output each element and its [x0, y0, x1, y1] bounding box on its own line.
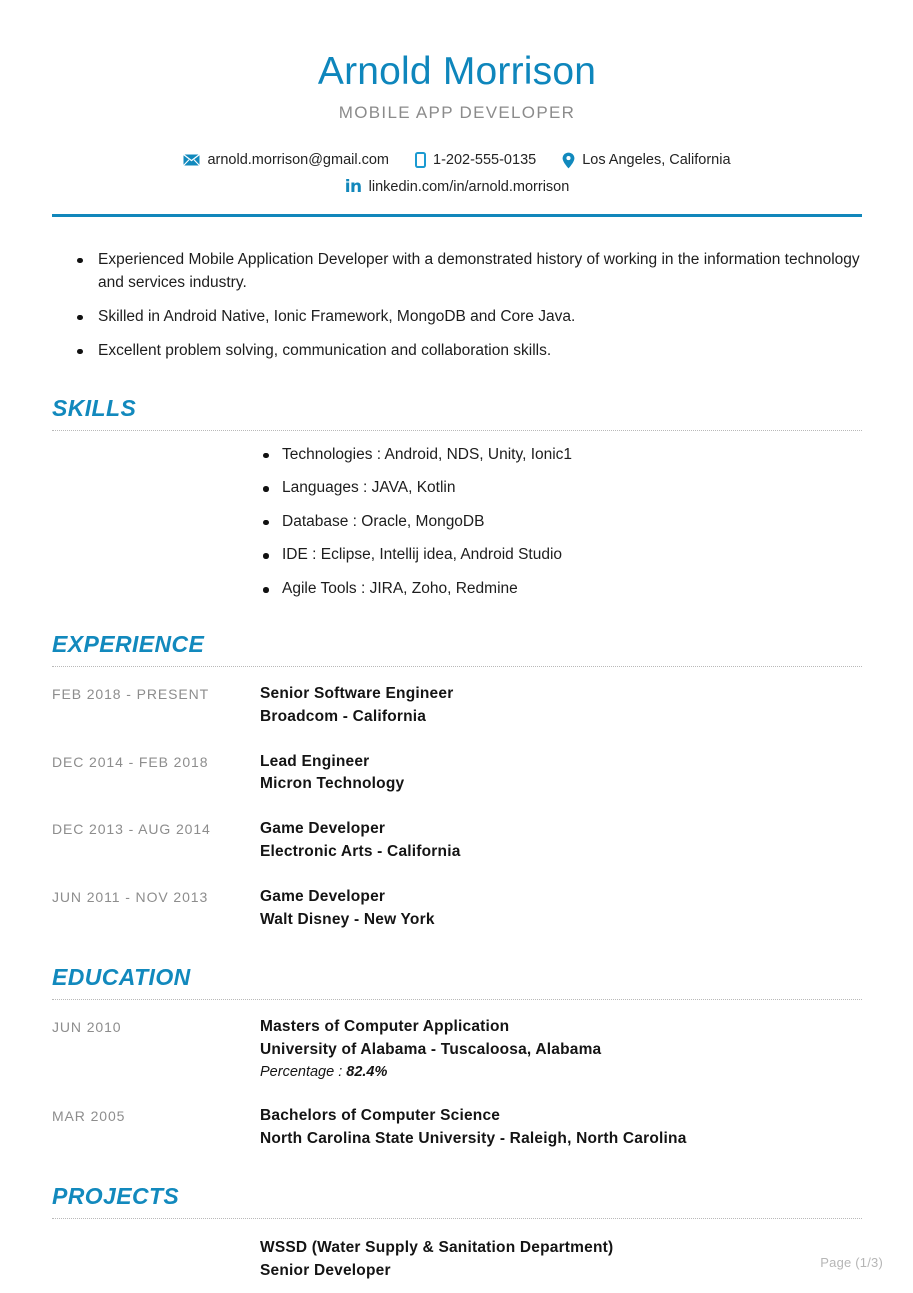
summary-bullet: Skilled in Android Native, Ionic Framewo…	[72, 306, 862, 329]
entry-company: Broadcom - California	[260, 707, 427, 725]
projects-section-title: PROJECTS	[52, 1183, 180, 1210]
entry-body: Masters of Computer Application Universi…	[260, 1016, 862, 1083]
skills-section-title: SKILLS	[52, 394, 137, 421]
experience-entries: FEB 2018 - PRESENT Senior Software Engin…	[52, 683, 862, 933]
contact-location-text: Los Angeles, California	[582, 152, 731, 169]
experience-entry: DEC 2013 - AUG 2014 Game Developer Elect…	[52, 818, 862, 864]
linkedin-icon: in	[344, 176, 362, 197]
section-divider	[52, 1218, 862, 1220]
entry-percentage: Percentage : 82.4%	[260, 1062, 862, 1083]
entry-role: Senior Software Engineer	[260, 684, 454, 702]
contact-email-text: arnold.morrison@gmail.com	[207, 152, 389, 169]
experience-entry: JUN 2011 - NOV 2013 Game Developer Walt …	[52, 886, 862, 932]
list-item: IDE : Eclipse, Intellij idea, Android St…	[260, 546, 862, 565]
entry-date: MAR 2005	[52, 1108, 126, 1125]
entry-date: JUN 2010	[52, 1019, 122, 1036]
education-entries: JUN 2010 Masters of Computer Application…	[52, 1016, 862, 1151]
resume-content: Arnold Morrison MOBILE APP DEVELOPER arn…	[52, 0, 862, 1283]
contact-row-secondary: in linkedin.com/in/arnold.morrison	[52, 176, 862, 197]
entry-body: WSSD (Water Supply & Sanitation Departme…	[260, 1237, 862, 1283]
entry-institution: University of Alabama - Tuscaloosa, Alab…	[260, 1041, 602, 1059]
summary-section: Experienced Mobile Application Developer…	[52, 249, 862, 363]
summary-bullet: Excellent problem solving, communication…	[72, 340, 862, 363]
experience-entry: DEC 2014 - FEB 2018 Lead Engineer Micron…	[52, 751, 862, 797]
education-entry: MAR 2005 Bachelors of Computer Science N…	[52, 1105, 862, 1151]
skills-section: SKILLS Technologies : Android, NDS, Unit…	[52, 394, 862, 599]
entry-date	[52, 1237, 260, 1239]
entry-percentage-value: 82.4%	[346, 1064, 388, 1081]
entry-company: Electronic Arts - California	[260, 843, 461, 861]
section-divider	[52, 665, 862, 667]
contact-email[interactable]: arnold.morrison@gmail.com	[183, 153, 389, 168]
entry-body: Game Developer Walt Disney - New York	[260, 886, 862, 932]
list-item: Agile Tools : JIRA, Zoho, Redmine	[260, 580, 862, 599]
header-divider	[52, 213, 862, 217]
project-name: WSSD (Water Supply & Sanitation Departme…	[260, 1239, 614, 1257]
contact-row-primary: arnold.morrison@gmail.com 1-202-555-0135	[52, 152, 862, 169]
education-entry: JUN 2010 Masters of Computer Application…	[52, 1016, 862, 1083]
entry-date: JUN 2011 - NOV 2013	[52, 889, 209, 906]
entry-percentage-label: Percentage :	[260, 1064, 347, 1081]
projects-section: PROJECTS WSSD (Water Supply & Sanitation…	[52, 1185, 862, 1283]
entry-body: Game Developer Electronic Arts - Califor…	[260, 818, 862, 864]
list-item: Technologies : Android, NDS, Unity, Ioni…	[260, 446, 862, 465]
envelope-icon	[183, 154, 201, 167]
education-section: EDUCATION JUN 2010 Masters of Computer A…	[52, 966, 862, 1151]
entry-degree: Masters of Computer Application	[260, 1018, 510, 1036]
summary-bullet: Experienced Mobile Application Developer…	[72, 249, 862, 295]
list-item: Languages : JAVA, Kotlin	[260, 479, 862, 498]
list-item: Database : Oracle, MongoDB	[260, 513, 862, 532]
entry-date: FEB 2018 - PRESENT	[52, 685, 210, 702]
entry-date: DEC 2013 - AUG 2014	[52, 821, 211, 838]
location-pin-icon	[562, 152, 575, 169]
experience-entry: FEB 2018 - PRESENT Senior Software Engin…	[52, 683, 862, 729]
entry-degree: Bachelors of Computer Science	[260, 1107, 501, 1125]
entry-role: Game Developer	[260, 820, 386, 838]
entry-body: Lead Engineer Micron Technology	[260, 751, 862, 797]
entry-body: Senior Software Engineer Broadcom - Cali…	[260, 683, 862, 729]
entry-body: Bachelors of Computer Science North Caro…	[260, 1105, 862, 1151]
entry-role: Lead Engineer	[260, 752, 370, 770]
projects-entries: WSSD (Water Supply & Sanitation Departme…	[52, 1237, 862, 1283]
entry-institution: North Carolina State University - Raleig…	[260, 1130, 687, 1148]
experience-section-title: EXPERIENCE	[52, 630, 205, 657]
candidate-job-title: MOBILE APP DEVELOPER	[338, 102, 576, 122]
entry-company: Micron Technology	[260, 775, 405, 793]
education-section-title: EDUCATION	[52, 964, 191, 991]
contact-location[interactable]: Los Angeles, California	[562, 152, 731, 169]
section-divider	[52, 429, 862, 431]
candidate-name: Arnold Morrison	[317, 50, 597, 93]
resume-page: Arnold Morrison MOBILE APP DEVELOPER arn…	[0, 0, 913, 1293]
entry-date: DEC 2014 - FEB 2018	[52, 753, 209, 770]
project-entry: WSSD (Water Supply & Sanitation Departme…	[52, 1237, 862, 1283]
section-divider	[52, 999, 862, 1001]
project-role: Senior Developer	[260, 1262, 391, 1280]
contact-linkedin[interactable]: in linkedin.com/in/arnold.morrison	[344, 176, 570, 197]
phone-icon	[415, 152, 426, 169]
page-number: Page (1/3)	[820, 1255, 883, 1270]
resume-header: Arnold Morrison MOBILE APP DEVELOPER arn…	[52, 50, 862, 217]
skills-list: Technologies : Android, NDS, Unity, Ioni…	[52, 446, 862, 599]
contact-phone[interactable]: 1-202-555-0135	[415, 152, 537, 169]
entry-company: Walt Disney - New York	[260, 911, 435, 929]
contact-linkedin-text: linkedin.com/in/arnold.morrison	[368, 179, 570, 196]
contact-phone-text: 1-202-555-0135	[433, 152, 537, 169]
experience-section: EXPERIENCE FEB 2018 - PRESENT Senior Sof…	[52, 630, 862, 933]
entry-role: Game Developer	[260, 888, 386, 906]
